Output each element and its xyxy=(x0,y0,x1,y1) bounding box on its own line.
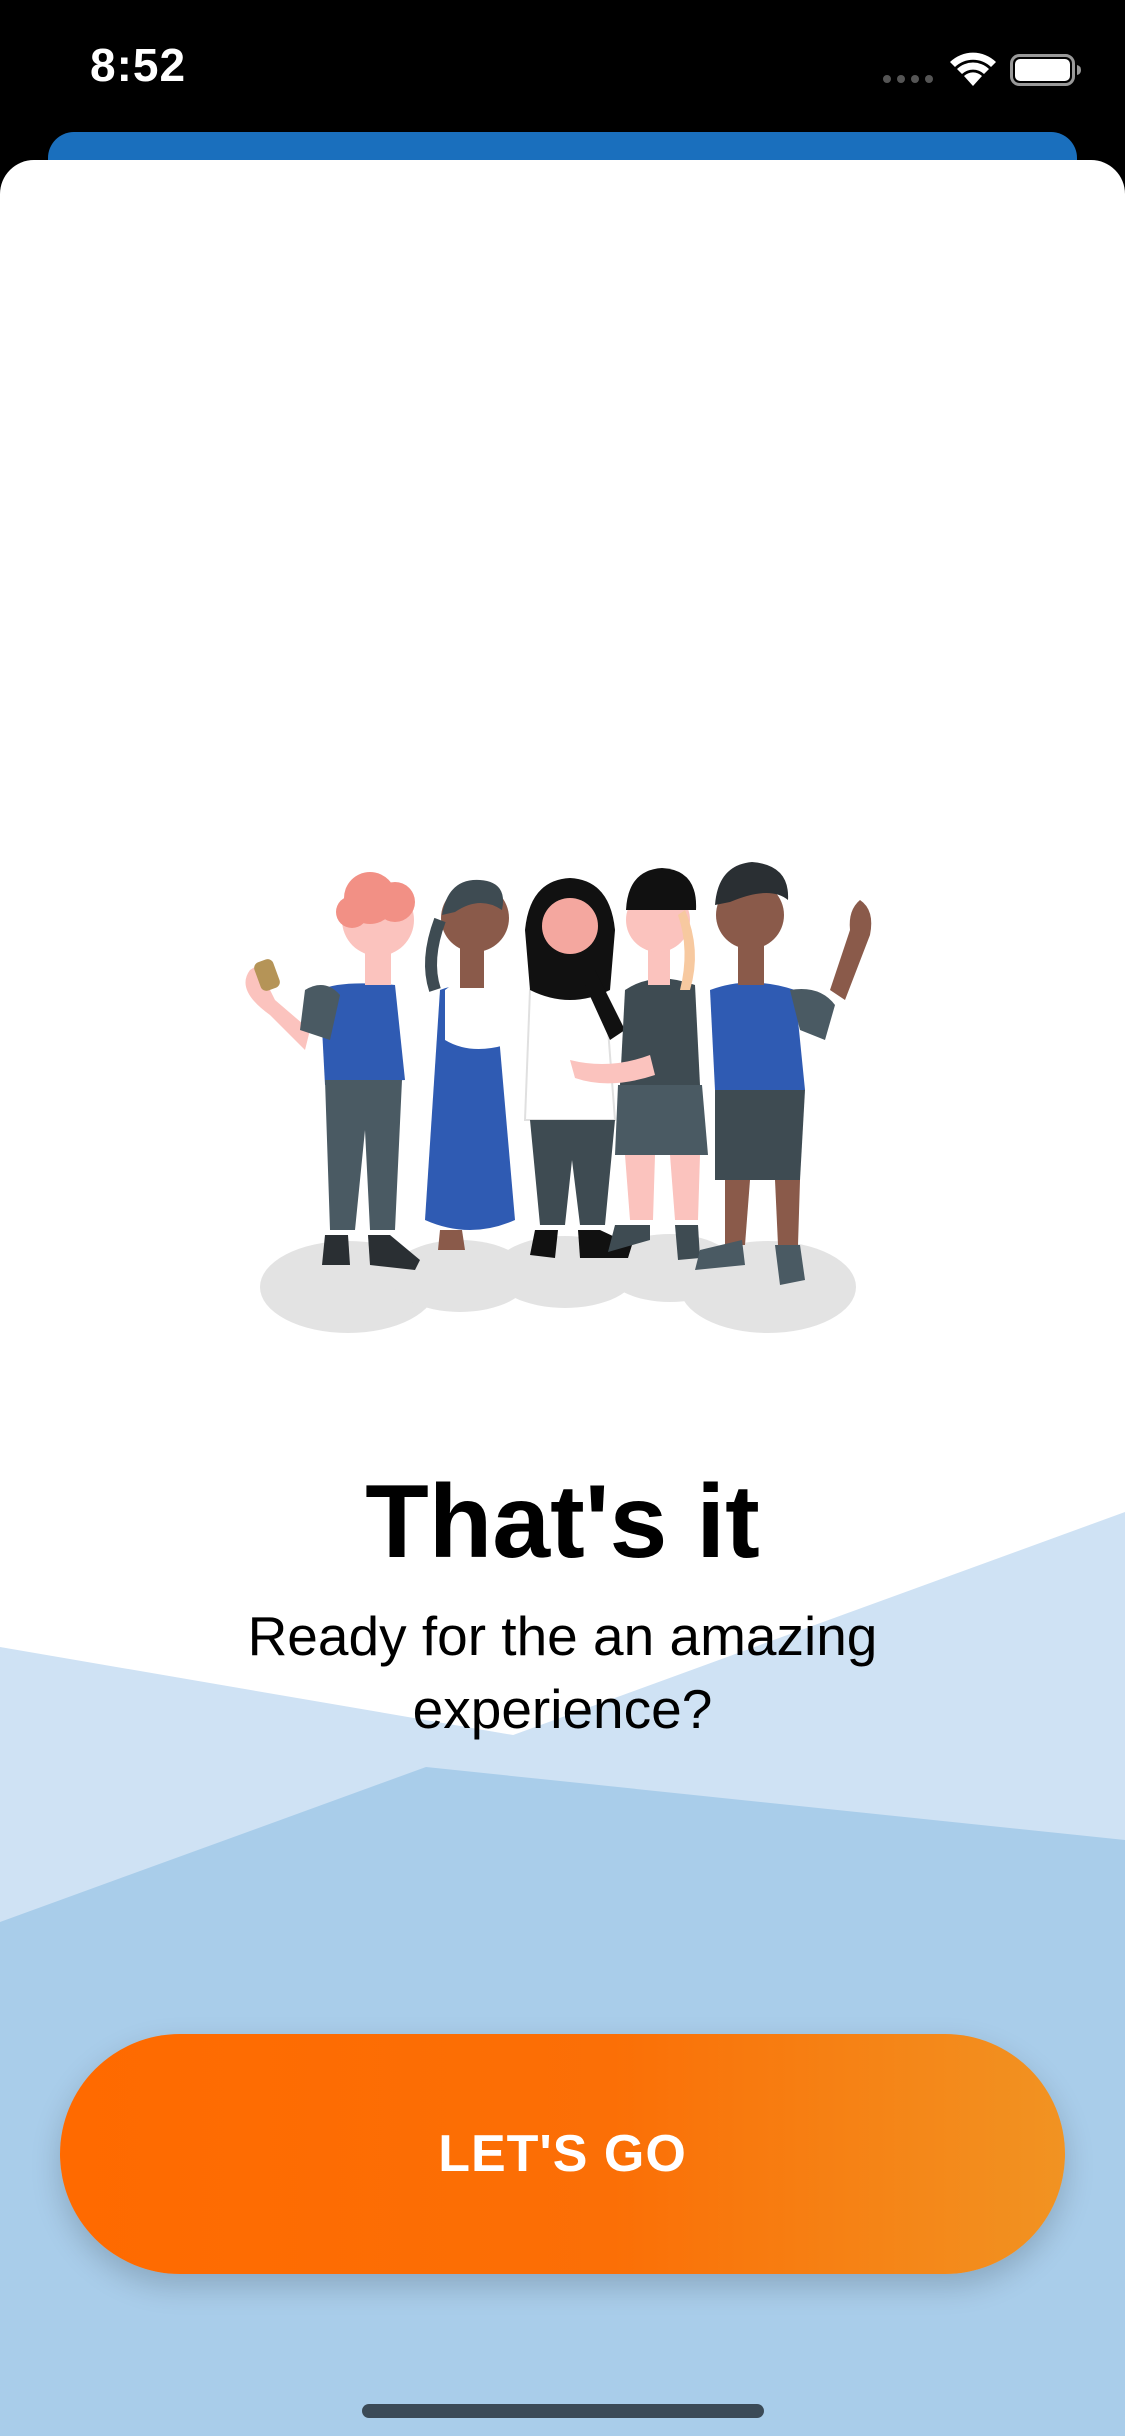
status-bar: 8:52 xyxy=(0,0,1125,150)
onboarding-sheet: That's it Ready for the an amazing exper… xyxy=(0,160,1125,2436)
page-subtitle: Ready for the an amazing experience? xyxy=(247,1605,878,1741)
home-indicator[interactable] xyxy=(362,2404,764,2418)
group-of-friends-illustration xyxy=(245,862,872,1333)
cellular-signal-icon xyxy=(883,75,933,83)
status-time: 8:52 xyxy=(90,39,187,91)
page-title: That's it xyxy=(365,1464,760,1580)
wifi-icon xyxy=(950,52,996,86)
battery-icon xyxy=(1010,54,1081,86)
lets-go-button[interactable]: LET'S GO xyxy=(60,2034,1065,2274)
